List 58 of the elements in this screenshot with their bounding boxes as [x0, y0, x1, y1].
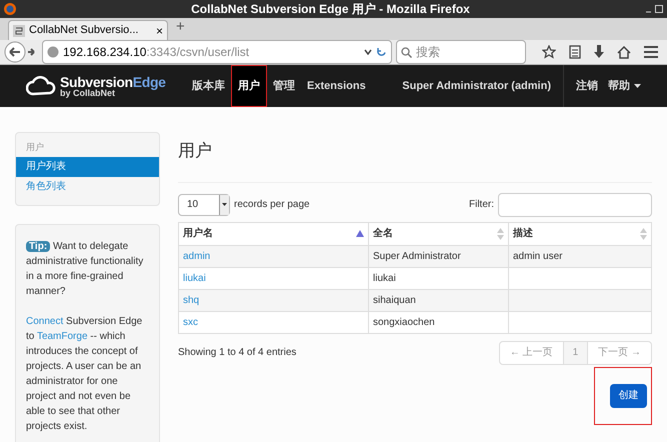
username-link[interactable]: sxc — [183, 316, 198, 328]
search-field[interactable]: 搜索 — [396, 40, 526, 64]
window-title: CollabNet Subversion Edge 用户 - Mozilla Firefox — [190, 1, 471, 18]
nav-item[interactable]: 管理 — [267, 65, 301, 107]
create-button[interactable]: 创建 — [610, 384, 647, 408]
tip-badge: Tip: — [26, 240, 50, 252]
table-cell: sihaiquan — [373, 294, 416, 306]
tip-text: Connect Subversion Edge to TeamForge -- which introduces the concept of projects. A user can be an administrator for one project and not even be able to see that other projects exist. — [26, 314, 144, 434]
tab-title: CollabNet Subversio... — [29, 23, 140, 38]
filter-label: Filter: — [469, 198, 494, 212]
nav-item[interactable]: Extensions — [301, 65, 372, 107]
browser-tab[interactable]: CollabNet Subversio... × — [8, 20, 168, 40]
bookmark-star-icon[interactable] — [542, 45, 556, 59]
help-menu[interactable]: 帮助 — [608, 78, 641, 94]
url-path: :3343/csvn/user/list — [146, 44, 250, 61]
caret-icon — [634, 84, 641, 88]
sidebar-item[interactable]: 用户列表 — [16, 156, 159, 176]
table-cell: Super Administrator — [373, 250, 461, 262]
url-field[interactable]: 192.168.234.10:3343/csvn/user/list — [42, 40, 392, 64]
table-cell: admin user — [513, 250, 562, 262]
entries-info: Showing 1 to 4 of 4 entries — [178, 346, 298, 360]
url-host: 192.168.234.10 — [63, 44, 146, 61]
nav-item[interactable]: 版本库 — [186, 65, 231, 107]
page-title: 用户 — [178, 138, 652, 182]
column-header[interactable]: 描述 — [508, 222, 652, 245]
tip-question: Tip: Want to delegate administrative functionality in a more fine-grained manner? — [26, 240, 144, 298]
column-header[interactable]: 用户名 — [178, 222, 368, 245]
table-cell: songxiaochen — [373, 316, 435, 328]
username-link[interactable]: liukai — [183, 272, 206, 284]
home-icon[interactable] — [617, 46, 631, 58]
menu-icon[interactable] — [644, 46, 658, 58]
download-icon[interactable] — [594, 45, 604, 59]
table-cell: liukai — [373, 272, 396, 284]
browser-logo-icon — [4, 3, 16, 15]
filter-field[interactable] — [498, 192, 652, 216]
page-size-select[interactable]: 10 — [178, 194, 230, 216]
column-header[interactable]: 全名 — [368, 222, 508, 245]
page-size-value: 10 — [187, 198, 198, 212]
logo-text: SubversionEdge — [60, 74, 166, 88]
cloud-logo-icon — [26, 76, 56, 96]
reading-list-icon[interactable] — [569, 45, 581, 59]
search-placeholder: 搜索 — [416, 44, 440, 61]
nav-item[interactable]: 用户 — [231, 65, 267, 107]
globe-icon — [47, 46, 59, 58]
sort-icon — [640, 228, 647, 240]
tab-close-button[interactable]: × — [156, 22, 163, 40]
page-size-label: records per page — [234, 198, 311, 212]
dropdown-caret-icon — [222, 203, 227, 206]
dropdown-caret-icon[interactable] — [364, 49, 372, 55]
logout-link[interactable]: 注销 — [576, 78, 598, 94]
app-logo[interactable]: SubversionEdge by CollabNet — [26, 74, 186, 98]
sidebar-heading: 用户 — [25, 141, 45, 154]
sort-ascending-icon — [356, 230, 364, 237]
logo-subtext: by CollabNet — [60, 88, 116, 98]
new-tab-button[interactable]: + — [176, 16, 185, 38]
search-icon — [401, 46, 412, 58]
window-controls-icon[interactable] — [645, 5, 663, 13]
sort-icon — [497, 228, 504, 240]
